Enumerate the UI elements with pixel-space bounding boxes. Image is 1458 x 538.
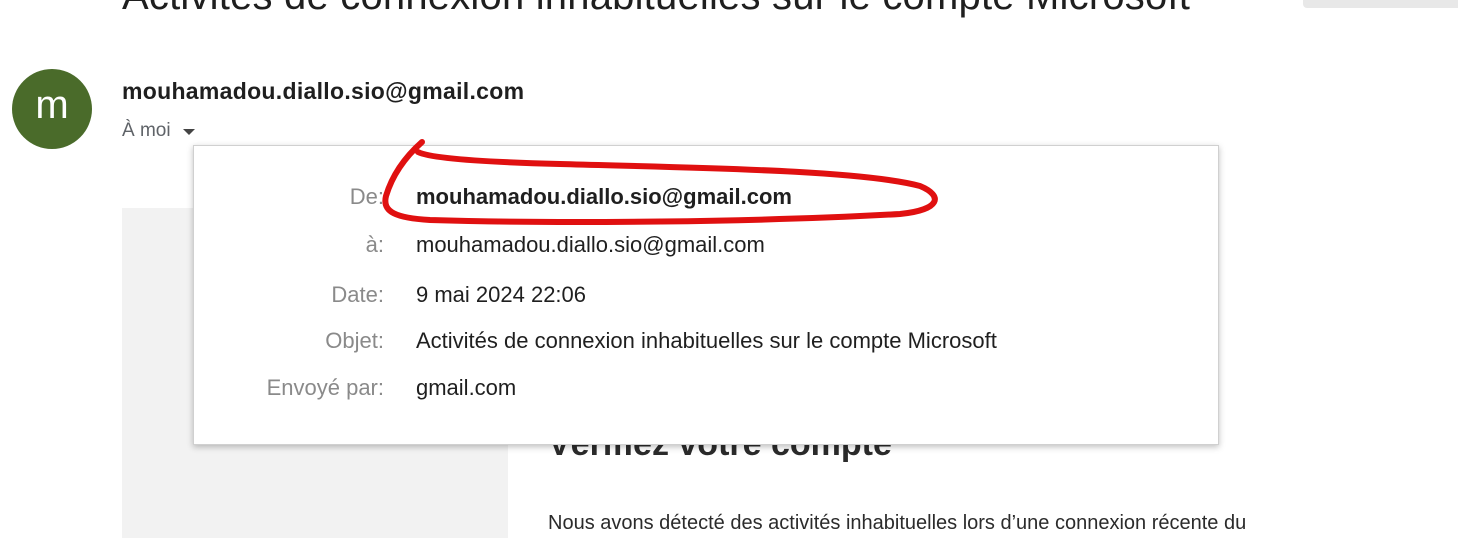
body-paragraph: Nous avons détecté des activités inhabit…: [548, 512, 1247, 534]
label-chip[interactable]: [1303, 0, 1458, 8]
detail-label-mailed-by: Envoyé par:: [266, 375, 384, 400]
recipient-toggle[interactable]: À moi: [122, 120, 195, 142]
recipient-summary: À moi: [122, 120, 171, 141]
detail-label-subject: Objet:: [325, 328, 384, 353]
detail-value-to: mouhamadou.diallo.sio@gmail.com: [416, 232, 765, 257]
sender-avatar: m: [12, 69, 92, 149]
detail-row-from: De: mouhamadou.diallo.sio@gmail.com: [194, 184, 1218, 214]
email-subject: Activités de connexion inhabituelles sur…: [122, 0, 1190, 19]
avatar-letter: m: [35, 83, 69, 127]
message-details-popup: De: mouhamadou.diallo.sio@gmail.com à: m…: [193, 145, 1219, 445]
detail-label-from: De:: [349, 184, 384, 209]
detail-row-to: à: mouhamadou.diallo.sio@gmail.com: [194, 232, 1218, 262]
detail-value-subject: Activités de connexion inhabituelles sur…: [416, 328, 997, 353]
detail-row-date: Date: 9 mai 2024 22:06: [194, 282, 1218, 312]
detail-label-to: à:: [365, 232, 384, 257]
chevron-down-icon[interactable]: [182, 129, 195, 135]
detail-label-date: Date:: [331, 282, 384, 307]
detail-row-subject: Objet: Activités de connexion inhabituel…: [194, 328, 1218, 358]
detail-row-mailed-by: Envoyé par: gmail.com: [194, 375, 1218, 405]
detail-value-from: mouhamadou.diallo.sio@gmail.com: [416, 184, 792, 209]
sender-address: mouhamadou.diallo.sio@gmail.com: [122, 78, 525, 104]
detail-value-date: 9 mai 2024 22:06: [416, 282, 587, 307]
detail-value-mailed-by: gmail.com: [416, 375, 517, 400]
